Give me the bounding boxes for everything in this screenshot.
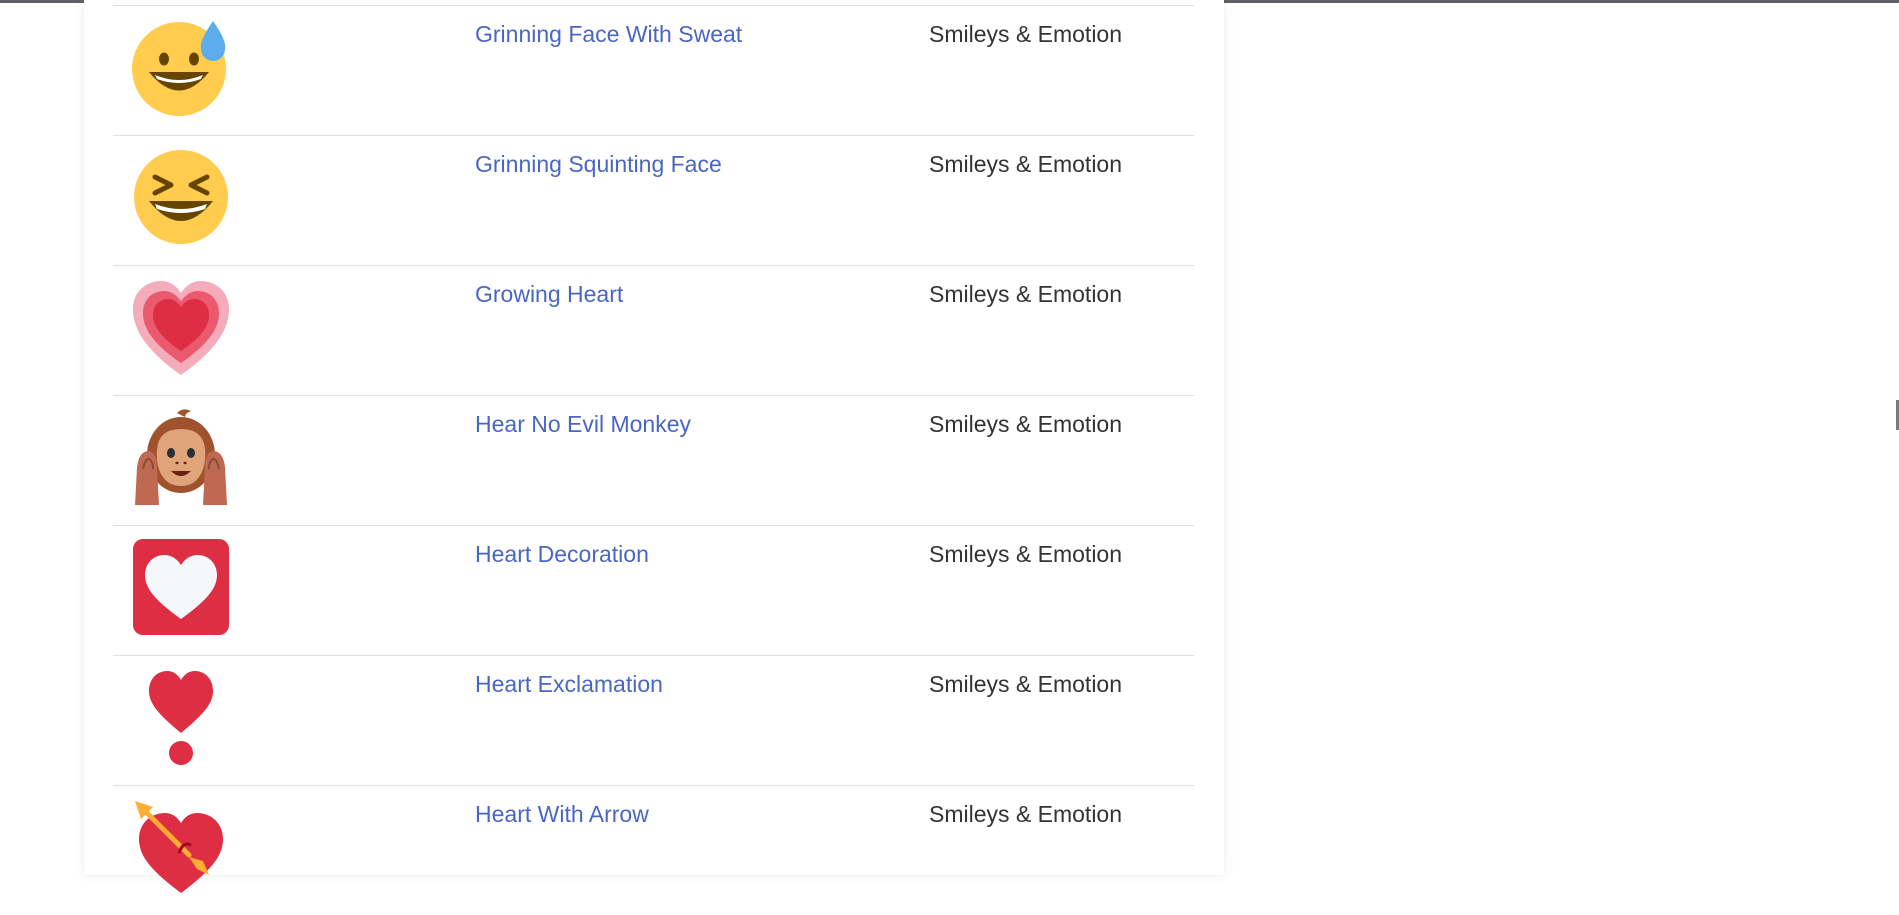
table-row: Grinning Squinting Face Smileys & Emotio… <box>113 135 1194 265</box>
heart-with-arrow-icon <box>131 797 231 897</box>
heart-exclamation-icon <box>131 667 231 767</box>
table-row: Grinning Face With Sweat Smileys & Emoti… <box>113 5 1194 135</box>
emoji-table: Grinning Face With Sweat Smileys & Emoti… <box>113 5 1194 915</box>
emoji-name-link[interactable]: Heart With Arrow <box>475 801 649 828</box>
emoji-category: Smileys & Emotion <box>929 541 1123 567</box>
heart-decoration-icon <box>131 537 231 637</box>
table-row: Hear No Evil Monkey Smileys & Emotion <box>113 395 1194 525</box>
emoji-name-link[interactable]: Growing Heart <box>475 281 623 308</box>
emoji-category: Smileys & Emotion <box>929 281 1123 307</box>
growing-heart-icon <box>131 277 231 377</box>
table-row: Heart Decoration Smileys & Emotion <box>113 525 1194 655</box>
emoji-category: Smileys & Emotion <box>929 151 1123 177</box>
table-row: Heart Exclamation Smileys & Emotion <box>113 655 1194 785</box>
grinning-squinting-face-icon <box>131 147 231 247</box>
grinning-face-with-sweat-icon <box>131 17 231 117</box>
emoji-category: Smileys & Emotion <box>929 801 1123 827</box>
emoji-name-link[interactable]: Grinning Face With Sweat <box>475 21 742 48</box>
emoji-category: Smileys & Emotion <box>929 671 1123 697</box>
emoji-name-link[interactable]: Grinning Squinting Face <box>475 151 722 178</box>
emoji-name-link[interactable]: Heart Exclamation <box>475 671 663 698</box>
hear-no-evil-monkey-icon <box>131 407 231 507</box>
emoji-category: Smileys & Emotion <box>929 21 1123 47</box>
emoji-list-panel: Grinning Face With Sweat Smileys & Emoti… <box>84 0 1224 893</box>
table-row: Heart With Arrow Smileys & Emotion <box>113 785 1194 915</box>
table-row: Growing Heart Smileys & Emotion <box>113 265 1194 395</box>
emoji-name-link[interactable]: Hear No Evil Monkey <box>475 411 691 438</box>
emoji-name-link[interactable]: Heart Decoration <box>475 541 649 568</box>
emoji-category: Smileys & Emotion <box>929 411 1123 437</box>
